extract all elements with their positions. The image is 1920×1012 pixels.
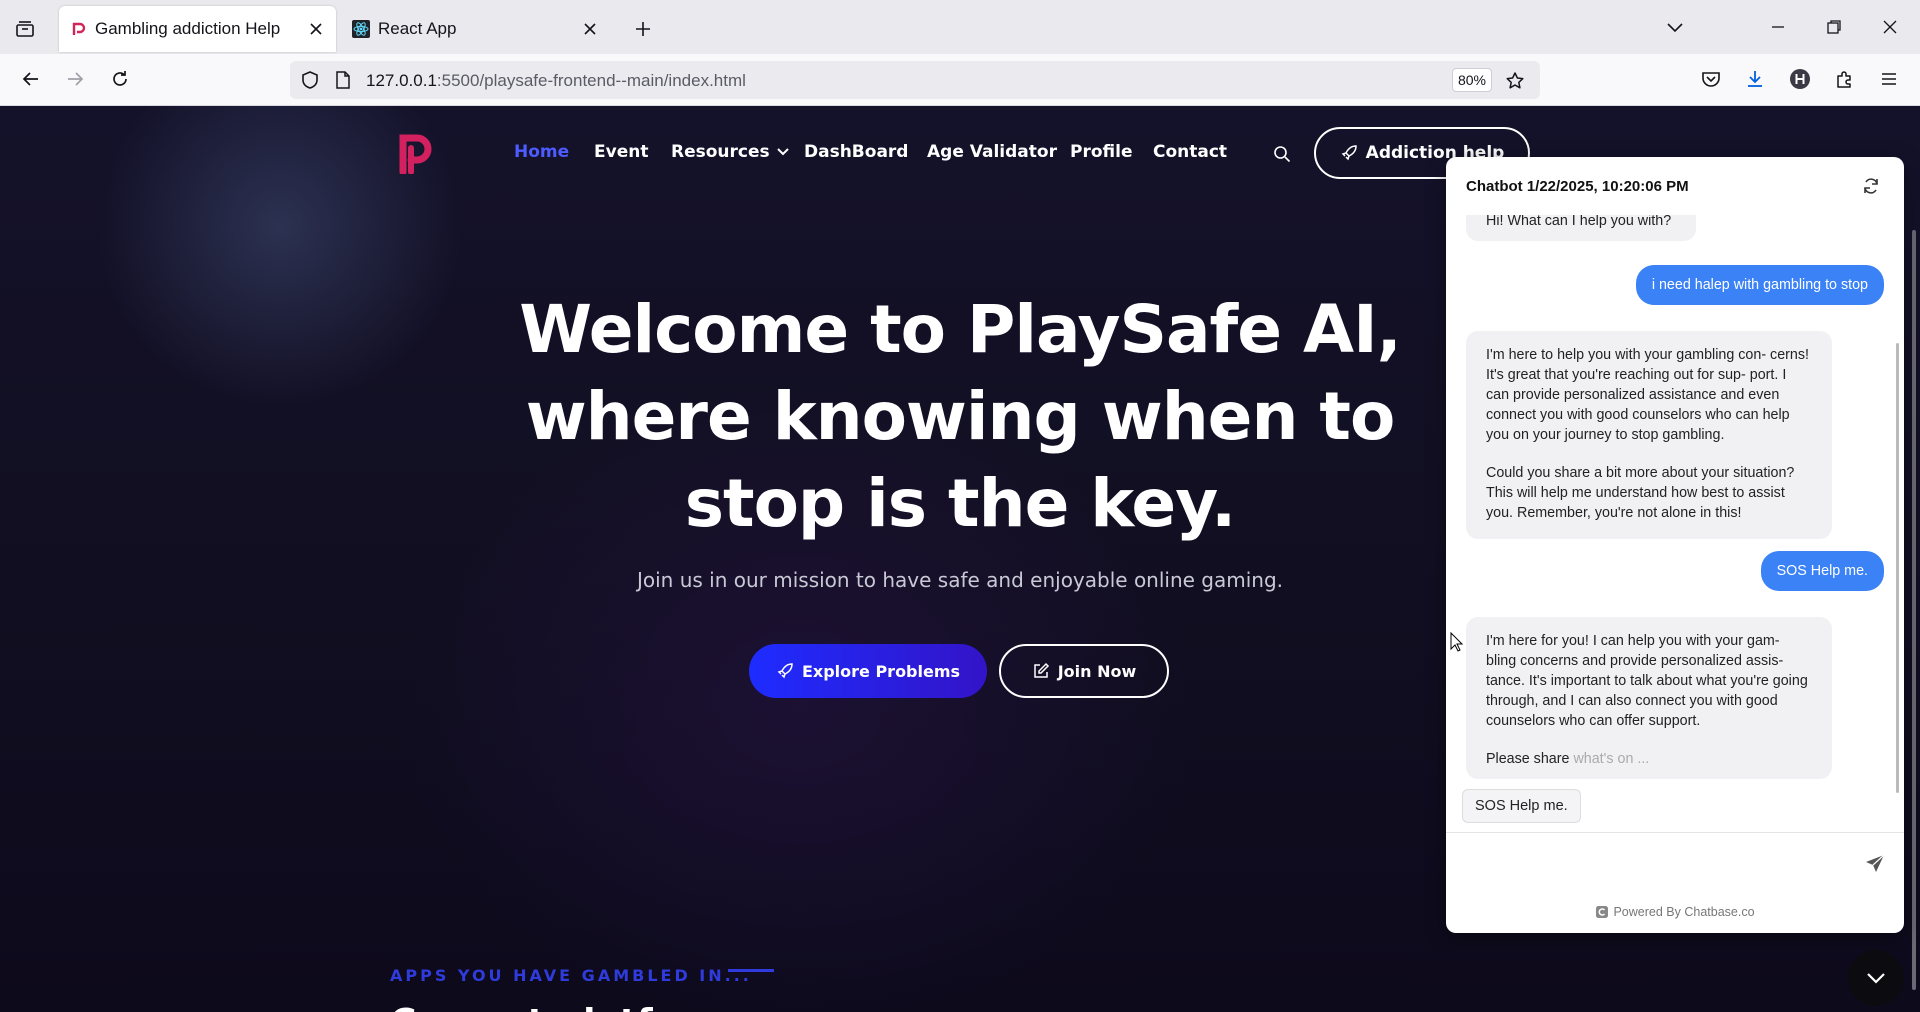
- bot-message-paragraph: Please share what's on ...: [1486, 749, 1812, 769]
- nav-age-validator[interactable]: Age Validator: [927, 142, 1057, 162]
- url-path: :5500/playsafe-frontend--main/index.html: [436, 71, 746, 90]
- explore-problems-label: Explore Problems: [801, 661, 961, 681]
- menu-icon[interactable]: [1874, 64, 1904, 94]
- new-tab-icon[interactable]: [628, 14, 658, 44]
- bookmark-star-icon[interactable]: [1502, 68, 1528, 94]
- playsafe-favicon-icon: [71, 21, 87, 37]
- chevron-down-icon: [1865, 971, 1887, 985]
- close-icon[interactable]: [306, 19, 326, 39]
- chat-input[interactable]: [1446, 832, 1904, 898]
- search-icon[interactable]: [1270, 142, 1294, 166]
- user-message: i need halep with gambling to stop: [1635, 265, 1884, 305]
- page-scrollbar[interactable]: [1912, 230, 1916, 990]
- refresh-icon[interactable]: [1858, 173, 1884, 199]
- bot-message-paragraph: I'm here for you! I can help you with yo…: [1486, 633, 1808, 729]
- join-now-label: Join Now: [1057, 661, 1137, 681]
- bot-message: I'm here for you! I can help you with yo…: [1466, 617, 1832, 779]
- nav-home[interactable]: Home: [514, 142, 569, 162]
- bot-message-paragraph: I'm here to help you with your gambling …: [1486, 347, 1809, 443]
- url-bar[interactable]: 127.0.0.1:5500/playsafe-frontend--main/i…: [290, 61, 1540, 99]
- url-text[interactable]: 127.0.0.1:5500/playsafe-frontend--main/i…: [366, 71, 746, 91]
- bot-message-fading-text: what's on ...: [1573, 751, 1650, 767]
- chevron-down-icon: [776, 147, 790, 157]
- explore-problems-button[interactable]: Explore Problems: [749, 644, 987, 698]
- hero-subtitle: Join us in our mission to have safe and …: [636, 568, 1284, 592]
- account-avatar-icon[interactable]: [1785, 64, 1815, 94]
- close-icon[interactable]: [580, 19, 600, 39]
- chat-scrollbar[interactable]: [1896, 343, 1899, 793]
- nav-resources-label: Resources: [671, 142, 770, 162]
- chat-messages: Hi! What can I help you with? i need hal…: [1446, 215, 1904, 805]
- nav-event[interactable]: Event: [594, 142, 648, 162]
- hero-title: Welcome to PlaySafe AI, where knowing wh…: [490, 286, 1430, 547]
- edit-icon: [1032, 662, 1050, 680]
- page-icon[interactable]: [332, 69, 354, 91]
- close-window-icon[interactable]: [1872, 12, 1908, 42]
- playsafe-logo[interactable]: [396, 132, 438, 174]
- restore-icon[interactable]: [1816, 12, 1852, 42]
- send-icon[interactable]: [1864, 853, 1886, 875]
- nav-profile[interactable]: Profile: [1070, 142, 1132, 162]
- bot-message: Hi! What can I help you with?: [1466, 215, 1696, 241]
- forward-icon[interactable]: [58, 62, 92, 96]
- rocket-icon: [776, 662, 794, 680]
- chatbase-logo-icon: [1595, 905, 1609, 919]
- hero-title-line: stop is the key.: [684, 465, 1236, 542]
- tab-react-app[interactable]: React App: [340, 6, 610, 52]
- apps-section-heading: Current platf...: [390, 1002, 692, 1012]
- join-now-button[interactable]: Join Now: [999, 644, 1169, 698]
- url-host: 127.0.0.1: [366, 71, 437, 90]
- tab-title: React App: [378, 19, 457, 38]
- user-message: SOS Help me.: [1760, 551, 1884, 591]
- bot-message-text: Please share: [1486, 751, 1570, 767]
- tab-list-icon[interactable]: [10, 14, 40, 44]
- chatbot-header: Chatbot 1/22/2025, 10:20:06 PM: [1466, 177, 1689, 195]
- zoom-level[interactable]: 80%: [1452, 68, 1492, 92]
- hero-title-line: where knowing when to: [525, 378, 1396, 455]
- chatbot-widget: Chatbot 1/22/2025, 10:20:06 PM Hi! What …: [1446, 157, 1904, 933]
- apps-section-label: APPS YOU HAVE GAMBLED IN...: [390, 966, 752, 985]
- pocket-icon[interactable]: [1696, 64, 1726, 94]
- quick-reply-button[interactable]: SOS Help me.: [1462, 789, 1581, 823]
- powered-by[interactable]: Powered By Chatbase.co: [1446, 905, 1904, 919]
- nav-contact[interactable]: Contact: [1153, 142, 1227, 162]
- hero-title-line: Welcome to PlaySafe AI,: [519, 291, 1401, 368]
- nav-dashboard[interactable]: DashBoard: [804, 142, 908, 162]
- rocket-icon: [1340, 144, 1358, 162]
- shield-icon[interactable]: [298, 69, 322, 91]
- tab-title: Gambling addiction Help: [95, 19, 281, 38]
- bot-message: I'm here to help you with your gambling …: [1466, 331, 1832, 539]
- tab-strip: Gambling addiction Help React App: [0, 0, 1920, 54]
- back-icon[interactable]: [14, 62, 48, 96]
- browser-chrome: Gambling addiction Help React App 127.0.…: [0, 0, 1920, 106]
- extensions-icon[interactable]: [1830, 64, 1860, 94]
- mouse-cursor-icon: [1450, 632, 1464, 652]
- list-all-tabs-icon[interactable]: [1658, 12, 1692, 42]
- nav-resources[interactable]: Resources: [671, 142, 790, 162]
- react-favicon-icon: [352, 20, 370, 38]
- chat-toggle-button[interactable]: [1848, 950, 1904, 1006]
- section-divider: [728, 969, 774, 972]
- minimize-icon[interactable]: [1760, 12, 1796, 42]
- reload-icon[interactable]: [103, 62, 137, 96]
- downloads-icon[interactable]: [1740, 64, 1770, 94]
- powered-by-label: Powered By Chatbase.co: [1613, 905, 1755, 919]
- tab-gambling-help[interactable]: Gambling addiction Help: [59, 6, 336, 52]
- bot-message-paragraph: Could you share a bit more about your si…: [1486, 465, 1795, 521]
